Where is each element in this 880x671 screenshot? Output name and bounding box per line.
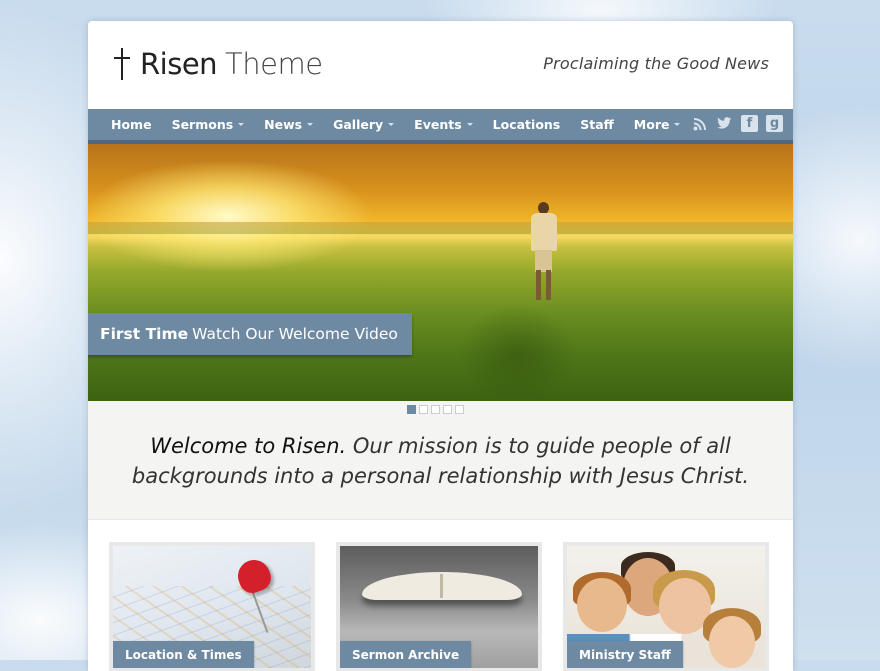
google-plus-icon[interactable]: g: [766, 115, 783, 132]
slider-dots: [407, 405, 464, 414]
slide-dot-5[interactable]: [455, 405, 464, 414]
logo-name-bold: Risen: [140, 47, 218, 81]
site-header: Risen Theme Proclaiming the Good News: [88, 21, 793, 109]
slide-dot-3[interactable]: [431, 405, 440, 414]
nav-label: Events: [414, 117, 462, 132]
nav-item-sermons[interactable]: Sermons: [162, 117, 255, 132]
nav-item-news[interactable]: News: [254, 117, 323, 132]
nav-label: Locations: [492, 117, 561, 132]
nav-label: Gallery: [333, 117, 384, 132]
hero-horizon: [88, 222, 793, 234]
nav-item-home[interactable]: Home: [101, 117, 162, 132]
page-container: Risen Theme Proclaiming the Good News Ho…: [88, 21, 793, 671]
card-label: Ministry Staff: [567, 641, 683, 668]
twitter-icon[interactable]: [716, 115, 733, 132]
slide-dot-1[interactable]: [407, 405, 416, 414]
open-bible-image: [362, 572, 522, 600]
nav-item-staff[interactable]: Staff: [570, 117, 624, 132]
caret-down-icon: [674, 123, 681, 126]
welcome-section: Welcome to Risen. Our mission is to guid…: [88, 401, 793, 519]
caret-down-icon: [307, 123, 314, 126]
slide-dot-2[interactable]: [419, 405, 428, 414]
welcome-message: Welcome to Risen. Our mission is to guid…: [88, 431, 793, 491]
nav-label: More: [633, 117, 670, 132]
nav-item-locations[interactable]: Locations: [483, 117, 571, 132]
nav-label: Sermons: [171, 117, 234, 132]
boy-face: [577, 578, 627, 632]
card-label: Location & Times: [113, 641, 254, 668]
card-sermon-archive[interactable]: Sermon Archive: [336, 542, 542, 671]
card-location-times[interactable]: Location & Times: [109, 542, 315, 671]
cta-bold: First Time: [100, 325, 189, 343]
nav-item-gallery[interactable]: Gallery: [323, 117, 404, 132]
nav-item-events[interactable]: Events: [404, 117, 482, 132]
nav-label: News: [264, 117, 303, 132]
walking-man-image: [524, 202, 564, 302]
caret-down-icon: [388, 123, 395, 126]
site-tagline: Proclaiming the Good News: [543, 54, 769, 73]
nav-item-more[interactable]: More: [624, 117, 691, 132]
highlight-cards: Location & Times Sermon Archive Ministry…: [88, 519, 793, 671]
caret-down-icon: [466, 123, 473, 126]
nav-label: Home: [111, 117, 152, 132]
social-icons: f g: [691, 115, 783, 132]
hero-slider[interactable]: [88, 144, 793, 401]
cross-icon: [112, 48, 132, 80]
site-logo[interactable]: Risen Theme: [112, 47, 323, 81]
card-label: Sermon Archive: [340, 641, 472, 668]
main-navigation: Home Sermons News Gallery Events Locatio…: [88, 109, 793, 144]
logo-name-light: Theme: [225, 47, 323, 81]
welcome-video-button[interactable]: First Time Watch Our Welcome Video: [88, 313, 412, 355]
welcome-lead: Welcome to Risen.: [150, 434, 347, 458]
nav-label: Staff: [580, 117, 614, 132]
hero-path: [458, 304, 578, 401]
slide-dot-4[interactable]: [443, 405, 452, 414]
girl-face: [709, 616, 755, 668]
cta-text: Watch Our Welcome Video: [192, 325, 398, 343]
facebook-icon[interactable]: f: [741, 115, 758, 132]
card-ministry-staff[interactable]: Ministry Staff: [563, 542, 769, 671]
caret-down-icon: [238, 123, 245, 126]
rss-icon[interactable]: [691, 115, 708, 132]
